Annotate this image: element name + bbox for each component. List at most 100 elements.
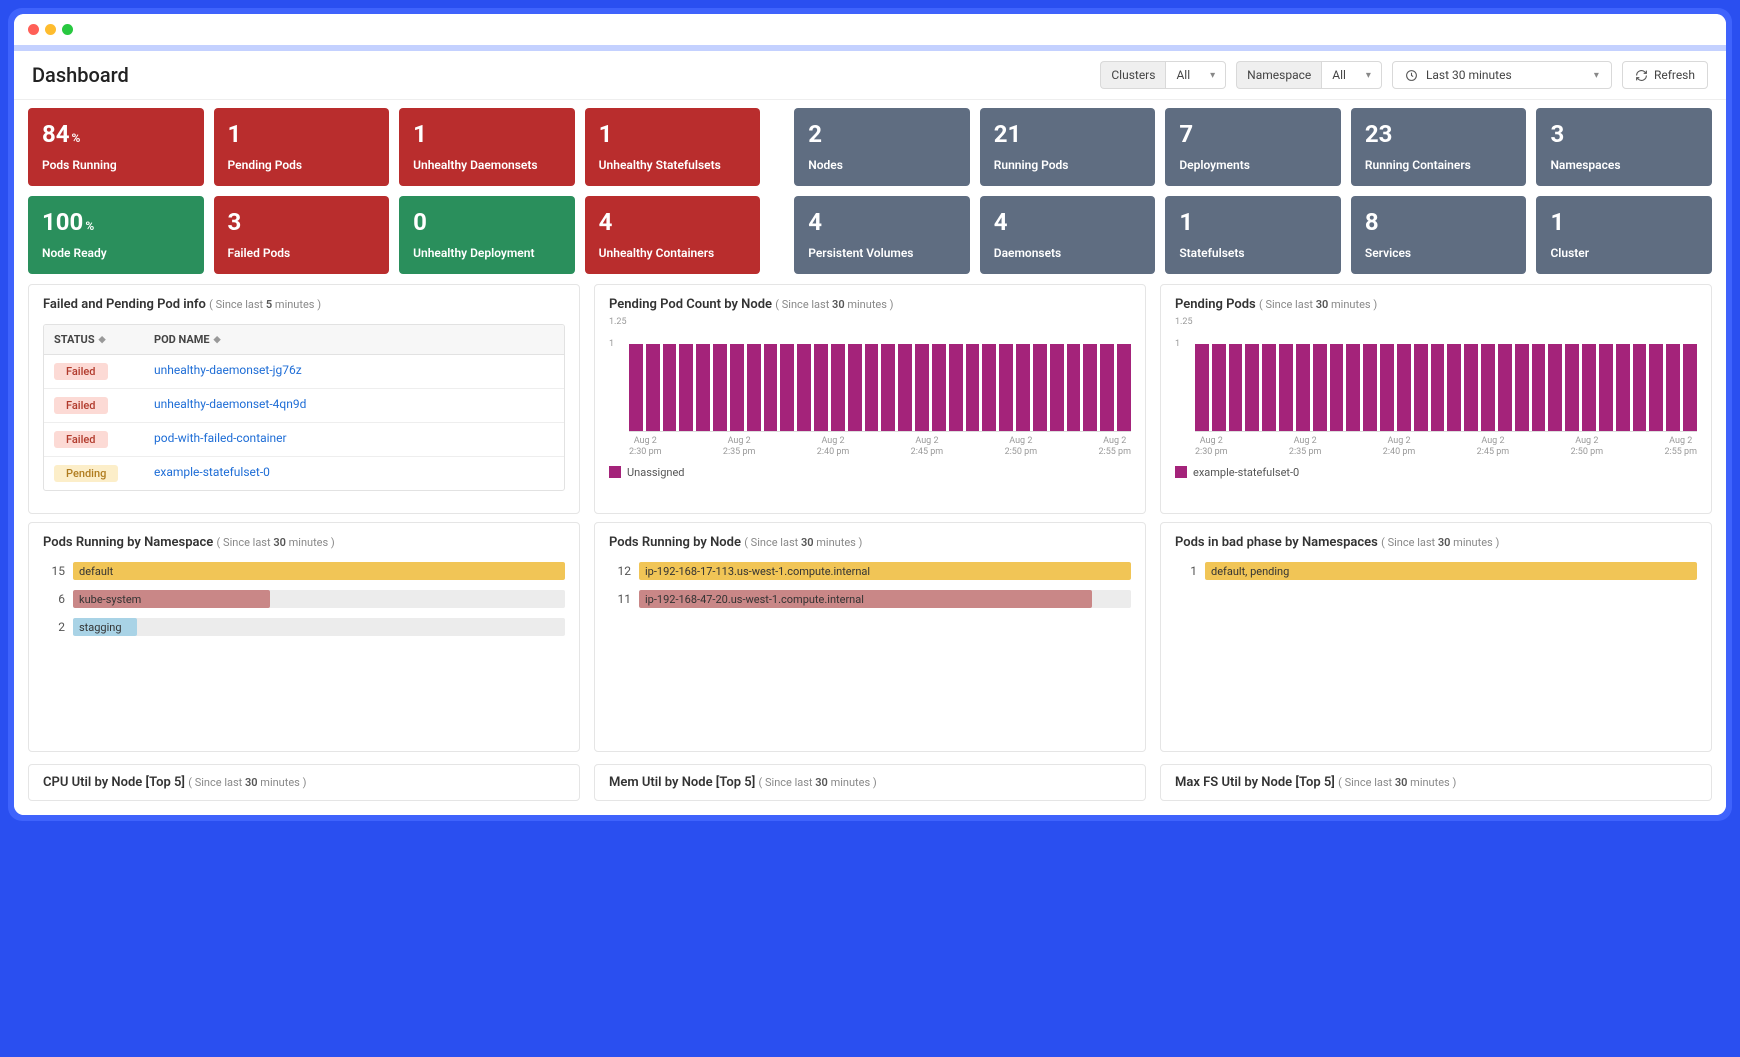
metric-card[interactable]: 3Namespaces: [1536, 108, 1712, 186]
table-row[interactable]: Failedpod-with-failed-container: [44, 423, 564, 457]
window-close-icon[interactable]: [28, 24, 39, 35]
chart-bar[interactable]: [1565, 344, 1579, 431]
cell-podname[interactable]: unhealthy-daemonset-jg76z: [144, 355, 564, 388]
chart-bar[interactable]: [1515, 344, 1529, 431]
metric-card[interactable]: 4Unhealthy Containers: [585, 196, 761, 274]
chart-bar[interactable]: [1447, 344, 1461, 431]
chart-bar[interactable]: [865, 344, 879, 431]
chart-bar[interactable]: [1532, 344, 1546, 431]
chart-bar[interactable]: [679, 344, 693, 431]
table-row[interactable]: Failedunhealthy-daemonset-jg76z: [44, 355, 564, 389]
chart-bar[interactable]: [646, 344, 660, 431]
cell-podname[interactable]: example-statefulset-0: [144, 457, 564, 490]
chart-bar[interactable]: [1100, 344, 1114, 431]
hbar-row[interactable]: 12ip-192-168-17-113.us-west-1.compute.in…: [609, 562, 1131, 580]
chart-bar[interactable]: [1117, 344, 1131, 431]
chart-bar[interactable]: [1363, 344, 1377, 431]
table-row[interactable]: Pendingexample-statefulset-0: [44, 457, 564, 490]
chart-bar[interactable]: [881, 344, 895, 431]
chart-bar[interactable]: [696, 344, 710, 431]
chart-bar[interactable]: [814, 344, 828, 431]
metric-card[interactable]: 0Unhealthy Deployment: [399, 196, 575, 274]
chart-bar[interactable]: [1599, 344, 1613, 431]
metric-card[interactable]: 2Nodes: [794, 108, 970, 186]
chart-bar[interactable]: [1380, 344, 1394, 431]
table-row[interactable]: Failedunhealthy-daemonset-4qn9d: [44, 389, 564, 423]
chart-bar[interactable]: [797, 344, 811, 431]
chart-bar[interactable]: [1616, 344, 1630, 431]
chart-bar[interactable]: [1313, 344, 1327, 431]
metric-card[interactable]: 1Pending Pods: [214, 108, 390, 186]
metric-card[interactable]: 1Cluster: [1536, 196, 1712, 274]
window-minimize-icon[interactable]: [45, 24, 56, 35]
metric-card[interactable]: 3Failed Pods: [214, 196, 390, 274]
chart-bar[interactable]: [898, 344, 912, 431]
chart-bar[interactable]: [1245, 344, 1259, 431]
hbar-row[interactable]: 1default, pending: [1175, 562, 1697, 580]
chart-bar[interactable]: [932, 344, 946, 431]
chart-bar[interactable]: [1229, 344, 1243, 431]
refresh-button[interactable]: Refresh: [1622, 61, 1708, 89]
chart-bar[interactable]: [1633, 344, 1647, 431]
chart-bar[interactable]: [1330, 344, 1344, 431]
chart-bar[interactable]: [915, 344, 929, 431]
metric-card[interactable]: 100%Node Ready: [28, 196, 204, 274]
chart-bar[interactable]: [780, 344, 794, 431]
chart-bar[interactable]: [1464, 344, 1478, 431]
chart-bar[interactable]: [663, 344, 677, 431]
chart-bar[interactable]: [629, 344, 643, 431]
chart-bar[interactable]: [1666, 344, 1680, 431]
hbar-row[interactable]: 6kube-system: [43, 590, 565, 608]
chart-bar[interactable]: [1050, 344, 1064, 431]
chart-bar[interactable]: [1548, 344, 1562, 431]
hbar-row[interactable]: 2stagging: [43, 618, 565, 636]
chart-bar[interactable]: [1683, 344, 1697, 431]
chart-bar[interactable]: [1296, 344, 1310, 431]
chart-bar[interactable]: [1431, 344, 1445, 431]
chart-bar[interactable]: [831, 344, 845, 431]
metric-card[interactable]: 23Running Containers: [1351, 108, 1527, 186]
chart-bar[interactable]: [764, 344, 778, 431]
chart-bar[interactable]: [1414, 344, 1428, 431]
cell-podname[interactable]: pod-with-failed-container: [144, 423, 564, 456]
col-header-podname[interactable]: POD NAME◆: [144, 325, 564, 354]
metric-card[interactable]: 8Services: [1351, 196, 1527, 274]
clusters-select[interactable]: All ▾: [1165, 61, 1226, 89]
chart-bar[interactable]: [1397, 344, 1411, 431]
metric-card[interactable]: 21Running Pods: [980, 108, 1156, 186]
metric-card[interactable]: 7Deployments: [1165, 108, 1341, 186]
chart-bar[interactable]: [730, 344, 744, 431]
chart-bar[interactable]: [999, 344, 1013, 431]
metric-card[interactable]: 1Statefulsets: [1165, 196, 1341, 274]
metric-card[interactable]: 1Unhealthy Statefulsets: [585, 108, 761, 186]
hbar-row[interactable]: 11ip-192-168-47-20.us-west-1.compute.int…: [609, 590, 1131, 608]
chart-bar[interactable]: [966, 344, 980, 431]
chart-bar[interactable]: [1346, 344, 1360, 431]
chart-bar[interactable]: [1582, 344, 1596, 431]
chart-bar[interactable]: [1279, 344, 1293, 431]
chart-bar[interactable]: [982, 344, 996, 431]
chart-bar[interactable]: [1083, 344, 1097, 431]
chart-bar[interactable]: [747, 344, 761, 431]
chart-bar[interactable]: [1481, 344, 1495, 431]
col-header-status[interactable]: STATUS◆: [44, 325, 144, 354]
metric-card[interactable]: 84%Pods Running: [28, 108, 204, 186]
chart-bar[interactable]: [949, 344, 963, 431]
cell-podname[interactable]: unhealthy-daemonset-4qn9d: [144, 389, 564, 422]
chart-bar[interactable]: [1498, 344, 1512, 431]
time-range-select[interactable]: Last 30 minutes ▾: [1392, 61, 1612, 89]
chart-bar[interactable]: [1067, 344, 1081, 431]
metric-card[interactable]: 4Persistent Volumes: [794, 196, 970, 274]
chart-bar[interactable]: [1016, 344, 1030, 431]
chart-bar[interactable]: [1033, 344, 1047, 431]
chart-bar[interactable]: [1195, 344, 1209, 431]
metric-card[interactable]: 4Daemonsets: [980, 196, 1156, 274]
chart-bar[interactable]: [1262, 344, 1276, 431]
metric-card[interactable]: 1Unhealthy Daemonsets: [399, 108, 575, 186]
chart-bar[interactable]: [848, 344, 862, 431]
chart-bar[interactable]: [1649, 344, 1663, 431]
window-maximize-icon[interactable]: [62, 24, 73, 35]
namespace-select[interactable]: All ▾: [1321, 61, 1382, 89]
chart-bar[interactable]: [1212, 344, 1226, 431]
chart-bar[interactable]: [713, 344, 727, 431]
